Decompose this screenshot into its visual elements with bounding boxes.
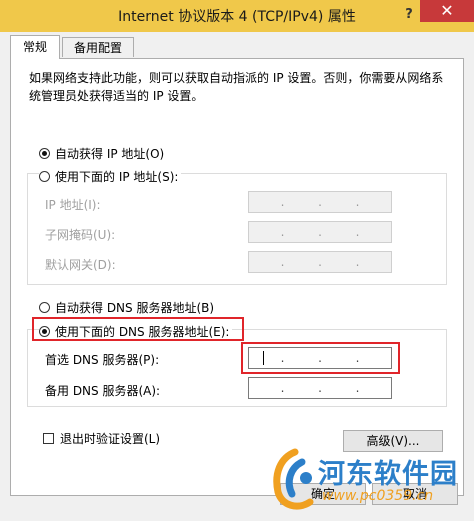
watermark-logo-icon	[273, 448, 314, 510]
tab-general[interactable]: 常规	[10, 35, 60, 59]
preferred-dns-highlight	[241, 342, 400, 374]
advanced-button[interactable]: 高级(V)...	[343, 430, 443, 452]
manual-dns-highlight	[32, 317, 244, 341]
ip-address-input[interactable]: ...	[248, 191, 392, 213]
default-gateway-input[interactable]: ...	[248, 251, 392, 273]
close-icon: ✕	[440, 1, 454, 20]
auto-dns-label: 自动获得 DNS 服务器地址(B)	[55, 301, 215, 315]
auto-dns-radio[interactable]: 自动获得 DNS 服务器地址(B)	[39, 299, 218, 316]
manual-ip-radio-indicator[interactable]	[39, 171, 50, 182]
intro-text: 如果网络支持此功能，则可以获取自动指派的 IP 设置。否则，你需要从网络系统管理…	[29, 71, 444, 103]
auto-ip-radio[interactable]: 自动获得 IP 地址(O)	[39, 145, 168, 162]
general-panel: 如果网络支持此功能，则可以获取自动指派的 IP 设置。否则，你需要从网络系统管理…	[10, 58, 464, 496]
close-button[interactable]: ✕	[420, 0, 474, 22]
watermark-name: 河东软件园	[318, 459, 458, 490]
help-button[interactable]: ?	[398, 4, 420, 26]
validate-checkbox-indicator[interactable]	[43, 433, 54, 444]
manual-ip-radio[interactable]: 使用下面的 IP 地址(S):	[39, 168, 182, 185]
default-gateway-label: 默认网关(D):	[45, 258, 116, 272]
subnet-mask-input[interactable]: ...	[248, 221, 392, 243]
alternate-dns-input[interactable]: ...	[248, 377, 392, 399]
ip-address-label: IP 地址(I):	[45, 198, 101, 212]
watermark-url: www.pc0359.cn	[322, 488, 434, 504]
alternate-dns-label: 备用 DNS 服务器(A):	[45, 384, 161, 398]
subnet-mask-label: 子网掩码(U):	[45, 228, 116, 242]
manual-ip-label: 使用下面的 IP 地址(S):	[55, 170, 179, 184]
auto-ip-radio-indicator[interactable]	[39, 148, 50, 159]
title-bar: Internet 协议版本 4 (TCP/IPv4) 属性 ? ✕	[0, 0, 474, 32]
validate-on-exit-checkbox[interactable]: 退出时验证设置(L)	[43, 430, 164, 447]
preferred-dns-label: 首选 DNS 服务器(P):	[45, 353, 160, 367]
auto-ip-label: 自动获得 IP 地址(O)	[55, 147, 165, 161]
auto-dns-radio-indicator[interactable]	[39, 302, 50, 313]
tab-alternate-config[interactable]: 备用配置	[62, 37, 134, 57]
validate-label: 退出时验证设置(L)	[60, 432, 161, 446]
